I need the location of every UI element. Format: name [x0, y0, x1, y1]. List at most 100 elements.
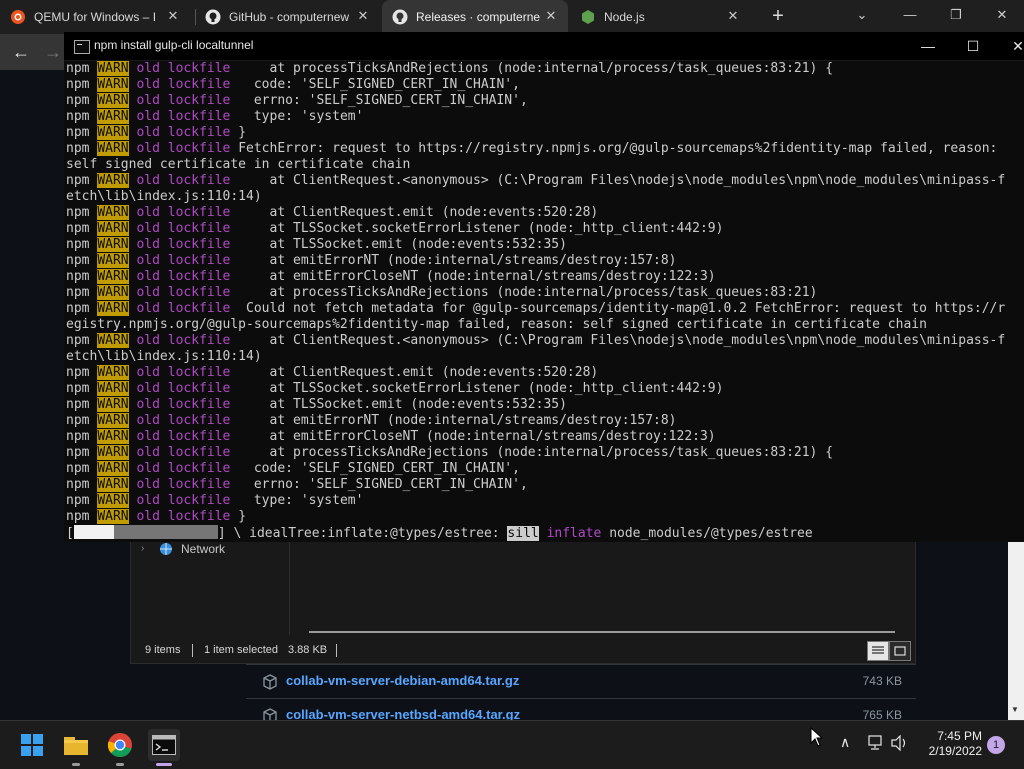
console-message: Could not fetch metadata for @gulp-sourc… — [230, 301, 1006, 316]
console-line: npm WARN old lockfile } — [66, 125, 1024, 141]
lockfile-tag: old lockfile — [136, 381, 231, 396]
network-tray-icon[interactable] — [866, 735, 884, 756]
chrome-icon[interactable] — [104, 729, 136, 761]
console-maximize-button[interactable]: ☐ — [961, 36, 985, 56]
lockfile-tag: old lockfile — [136, 93, 231, 108]
npm-prefix: npm — [66, 253, 90, 268]
console-line: npm WARN old lockfile at processTicksAnd… — [66, 61, 1024, 77]
lockfile-tag: old lockfile — [136, 253, 231, 268]
warn-label: WARN — [97, 509, 129, 524]
npm-prefix: npm — [66, 381, 90, 396]
warn-label: WARN — [97, 477, 129, 492]
volume-icon[interactable] — [891, 734, 909, 756]
tab-close-icon[interactable]: ✕ — [726, 9, 740, 23]
console-line: npm WARN old lockfile at TLSSocket.socke… — [66, 221, 1024, 237]
npm-prefix: npm — [66, 141, 90, 156]
console-line: egistry.npmjs.org/@gulp-sourcemaps%2fide… — [66, 317, 1024, 333]
console-title: npm install gulp-cli localtunnel — [94, 38, 254, 52]
npm-prefix: npm — [66, 61, 90, 76]
notification-badge[interactable]: 1 — [987, 736, 1005, 754]
console-message: at TLSSocket.emit (node:events:532:35) — [230, 397, 567, 412]
console-line: npm WARN old lockfile at ClientRequest.e… — [66, 205, 1024, 221]
selection-info: 1 item selected — [204, 644, 278, 656]
forward-button[interactable]: → — [42, 41, 64, 63]
terminal-icon[interactable] — [148, 729, 180, 761]
browser-minimize-button[interactable]: — — [896, 4, 924, 26]
console-line: npm WARN old lockfile at TLSSocket.socke… — [66, 381, 1024, 397]
tab-github[interactable]: GitHub - computernew ✕ — [205, 0, 380, 34]
console-message: etch\lib\index.js:110:14) — [66, 189, 262, 204]
tab-close-icon[interactable]: ✕ — [544, 9, 558, 23]
warn-label: WARN — [97, 173, 129, 188]
asset-row: collab-vm-server-debian-amd64.tar.gz 743… — [246, 664, 916, 698]
warn-label: WARN — [97, 445, 129, 460]
lockfile-tag: old lockfile — [136, 141, 231, 156]
tab-search-button[interactable]: ⌄ — [848, 4, 876, 26]
warn-label: WARN — [97, 429, 129, 444]
tab-close-icon[interactable]: ✕ — [356, 9, 370, 23]
console-line: npm WARN old lockfile at TLSSocket.emit … — [66, 237, 1024, 253]
nav-item-network[interactable]: Network — [181, 542, 225, 556]
new-tab-button[interactable]: + — [768, 6, 788, 26]
npm-prefix: npm — [66, 109, 90, 124]
warn-label: WARN — [97, 221, 129, 236]
github-icon — [392, 9, 408, 25]
log-level-badge: sill — [507, 526, 539, 541]
console-line: etch\lib\index.js:110:14) — [66, 189, 1024, 205]
warn-label: WARN — [97, 141, 129, 156]
tab-qemu[interactable]: QEMU for Windows – I ✕ — [10, 0, 190, 34]
tray-chevron-icon[interactable]: ∧ — [840, 734, 850, 751]
browser-restore-button[interactable]: ❐ — [942, 4, 970, 26]
console-line: npm WARN old lockfile at emitErrorNT (no… — [66, 413, 1024, 429]
console-window: npm install gulp-cli localtunnel — ☐ ✕ n… — [64, 32, 1024, 542]
lockfile-tag: old lockfile — [136, 445, 231, 460]
lockfile-tag: old lockfile — [136, 125, 231, 140]
progress-bar-remaining — [113, 525, 218, 539]
item-count: 9 items — [145, 644, 181, 656]
windows-start-icon[interactable] — [16, 729, 48, 761]
tab-label: Node.js — [604, 10, 645, 24]
console-title-bar[interactable]: npm install gulp-cli localtunnel — ☐ ✕ — [64, 32, 1024, 61]
console-message: type: 'system' — [230, 109, 364, 124]
explorer-horizontal-scrollbar[interactable] — [309, 631, 895, 633]
lockfile-tag: old lockfile — [136, 333, 231, 348]
console-message: at processTicksAndRejections (node:inter… — [230, 285, 818, 300]
tab-close-icon[interactable]: ✕ — [166, 9, 180, 23]
browser-close-button[interactable]: ✕ — [988, 4, 1016, 26]
console-line: npm WARN old lockfile FetchError: reques… — [66, 141, 1024, 157]
lockfile-tag: old lockfile — [136, 397, 231, 412]
warn-label: WARN — [97, 253, 129, 268]
large-icons-view-icon — [894, 646, 906, 656]
progress-spinner: \ — [225, 526, 250, 541]
page-scrollbar[interactable] — [1008, 540, 1024, 720]
tab-nodejs[interactable]: Node.js ✕ — [580, 0, 750, 34]
warn-label: WARN — [97, 413, 129, 428]
npm-prefix: npm — [66, 125, 90, 140]
qemu-icon — [10, 9, 26, 25]
lockfile-tag: old lockfile — [136, 109, 231, 124]
console-line: npm WARN old lockfile at emitErrorNT (no… — [66, 253, 1024, 269]
npm-prefix: npm — [66, 77, 90, 92]
tab-releases[interactable]: Releases · computerne ✕ — [382, 0, 568, 34]
file-explorer-icon[interactable] — [60, 729, 92, 761]
nodejs-icon — [580, 9, 596, 25]
details-view-button[interactable] — [867, 641, 889, 661]
scroll-down-arrow-icon[interactable]: ▼ — [1010, 705, 1020, 715]
explorer-status-bar: 9 items 1 item selected 3.88 KB — [131, 639, 915, 663]
expand-chevron-icon[interactable]: › — [141, 543, 144, 554]
asset-link[interactable]: collab-vm-server-debian-amd64.tar.gz — [286, 673, 519, 688]
system-clock[interactable]: 7:45 PM 2/19/2022 — [912, 729, 982, 759]
console-output[interactable]: npm WARN old lockfile at processTicksAnd… — [66, 61, 1024, 543]
warn-label: WARN — [97, 493, 129, 508]
large-icons-view-button[interactable] — [889, 641, 911, 661]
console-minimize-button[interactable]: — — [916, 36, 940, 56]
console-line: self signed certificate in certificate c… — [66, 157, 1024, 173]
lockfile-tag: old lockfile — [136, 77, 231, 92]
console-close-button[interactable]: ✕ — [1006, 36, 1024, 56]
console-message: at processTicksAndRejections (node:inter… — [230, 445, 834, 460]
console-line: npm WARN old lockfile type: 'system' — [66, 109, 1024, 125]
back-button[interactable]: ← — [10, 41, 32, 63]
console-message: egistry.npmjs.org/@gulp-sourcemaps%2fide… — [66, 317, 927, 332]
console-message: at processTicksAndRejections (node:inter… — [230, 61, 834, 76]
lockfile-tag: old lockfile — [136, 477, 231, 492]
